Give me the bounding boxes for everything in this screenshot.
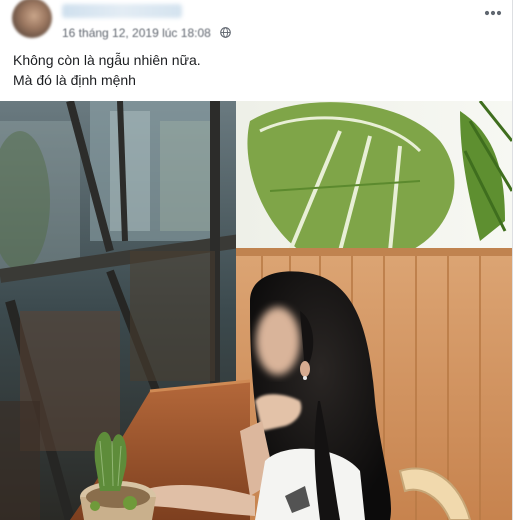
feed-post: 16 tháng 12, 2019 lúc 18:08 Không còn là… [0, 0, 513, 520]
post-options-button[interactable] [481, 3, 505, 23]
more-horizontal-icon [484, 10, 502, 16]
post-header: 16 tháng 12, 2019 lúc 18:08 [0, 0, 512, 46]
avatar[interactable] [12, 0, 52, 38]
post-message: Không còn là ngẫu nhiên nữa. Mà đó là đị… [13, 50, 493, 90]
post-timestamp[interactable]: 16 tháng 12, 2019 lúc 18:08 [62, 26, 211, 40]
globe-icon[interactable] [220, 27, 231, 38]
author-name-blurred[interactable] [62, 4, 182, 18]
post-photo[interactable] [0, 101, 512, 520]
post-text-line-1: Không còn là ngẫu nhiên nữa. [13, 52, 201, 68]
post-text-line-2: Mà đó là định mệnh [13, 72, 136, 88]
